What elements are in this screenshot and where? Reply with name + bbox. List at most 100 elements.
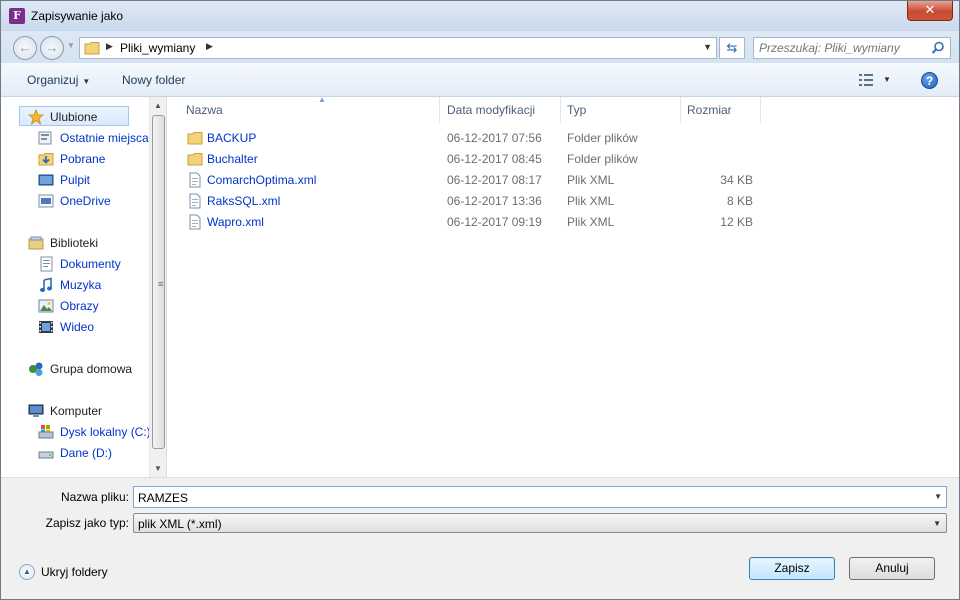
filename-label: Nazwa pliku: <box>60 490 129 504</box>
folder-icon <box>187 153 203 166</box>
file-type: Plik XML <box>567 194 615 208</box>
column-header-label: Rozmiar <box>687 103 732 117</box>
nav-item-label: Wideo <box>60 320 95 334</box>
navigation-scrollbar[interactable]: ▲ ≡ ▼ <box>149 97 166 477</box>
file-row[interactable]: Wapro.xml 06-12-2017 09:19 Plik XML 12 K… <box>181 212 941 232</box>
breadcrumb-separator-icon[interactable]: ▶ <box>206 41 213 52</box>
save-button[interactable]: Zapisz <box>749 557 835 580</box>
hide-folders-label: Ukryj foldery <box>41 565 108 579</box>
file-type: Plik XML <box>567 173 615 187</box>
file-type: Plik XML <box>567 215 615 229</box>
recent-places-icon <box>38 131 52 145</box>
back-button[interactable]: ← <box>13 36 37 60</box>
scrollbar-thumb[interactable]: ≡ <box>152 115 165 449</box>
computer-icon <box>28 404 44 417</box>
xml-file-icon <box>189 172 201 188</box>
close-button[interactable]: ✕ <box>907 1 953 21</box>
search-box[interactable] <box>753 37 951 59</box>
address-bar[interactable]: ▶ Pliki_wymiany ▶ ▼ <box>79 37 717 59</box>
new-folder-button[interactable]: Nowy folder <box>122 73 185 87</box>
cancel-button[interactable]: Anuluj <box>849 557 935 580</box>
star-icon <box>28 109 44 125</box>
file-name: Buchalter <box>207 152 258 166</box>
documents-icon <box>40 256 53 272</box>
nav-item-label: Muzyka <box>60 278 102 292</box>
nav-item-label: Pobrane <box>60 152 106 166</box>
file-size: 12 KB <box>720 215 753 229</box>
file-row[interactable]: BACKUP 06-12-2017 07:56 Folder plików <box>181 128 941 148</box>
onedrive-icon <box>38 194 54 208</box>
filename-field[interactable]: ▼ <box>133 486 947 508</box>
nav-item-label: Dokumenty <box>60 257 121 271</box>
xml-file-icon <box>189 214 201 230</box>
filetype-dropdown-icon[interactable]: ▼ <box>933 519 941 528</box>
libraries-icon <box>28 236 44 250</box>
nav-item-label: Obrazy <box>60 299 99 313</box>
nav-item-label: Pulpit <box>60 173 91 187</box>
file-row[interactable]: ComarchOptima.xml 06-12-2017 08:17 Plik … <box>181 170 941 190</box>
chevron-down-icon: ▼ <box>82 77 91 86</box>
desktop-icon <box>38 174 54 186</box>
file-list: ▲ Nazwa Data modyfikacji Typ Rozmiar BAC… <box>167 95 959 477</box>
column-header-date[interactable]: Data modyfikacji <box>441 97 561 123</box>
filetype-select[interactable]: plik XML (*.xml) ▼ <box>133 513 947 533</box>
organize-button[interactable]: Organizuj ▼ <box>27 73 90 87</box>
breadcrumb-segment[interactable]: Pliki_wymiany <box>120 41 195 55</box>
nav-computer-label: Komputer <box>50 404 103 418</box>
filename-dropdown-icon[interactable]: ▼ <box>934 492 942 501</box>
file-date: 06-12-2017 08:45 <box>447 152 542 166</box>
breadcrumb-separator-icon[interactable]: ▶ <box>106 41 113 52</box>
title-bar[interactable]: F Zapisywanie jako ✕ <box>1 1 959 31</box>
sort-ascending-icon: ▲ <box>318 95 326 104</box>
scroll-down-icon[interactable]: ▼ <box>154 464 162 473</box>
nav-homegroup-label: Grupa domowa <box>50 362 133 376</box>
music-icon <box>40 277 52 292</box>
file-name: RaksSQL.xml <box>207 194 281 208</box>
search-input[interactable] <box>759 40 929 56</box>
recent-pages-dropdown-icon[interactable]: ▼ <box>67 41 75 50</box>
file-row[interactable]: RaksSQL.xml 06-12-2017 13:36 Plik XML 8 … <box>181 191 941 211</box>
column-header-label: Nazwa <box>186 103 223 117</box>
nav-item-label: OneDrive <box>60 194 111 208</box>
filetype-value: plik XML (*.xml) <box>138 517 222 531</box>
nav-favorites[interactable]: Ulubione <box>19 106 129 126</box>
scroll-up-icon[interactable]: ▲ <box>154 101 162 110</box>
file-date: 06-12-2017 13:36 <box>447 194 542 208</box>
address-dropdown-icon[interactable]: ▼ <box>703 42 712 52</box>
address-row: ← → ▼ ▶ Pliki_wymiany ▶ ▼ ⇆ <box>1 31 959 63</box>
search-icon[interactable] <box>931 41 945 55</box>
file-name: BACKUP <box>207 131 257 145</box>
column-header-size[interactable]: Rozmiar <box>681 97 761 123</box>
view-dropdown-icon[interactable]: ▼ <box>883 75 891 84</box>
nav-libraries-label: Biblioteki <box>50 236 99 250</box>
save-options-panel: Nazwa pliku: ▼ Zapisz jako typ: plik XML… <box>1 477 959 599</box>
save-as-dialog: F Zapisywanie jako ✕ ← → ▼ ▶ Pliki_wymia… <box>0 0 960 600</box>
window-title: Zapisywanie jako <box>31 9 124 23</box>
column-header-name[interactable]: ▲ Nazwa <box>180 95 440 123</box>
column-header-type[interactable]: Typ <box>561 97 681 123</box>
homegroup-icon <box>29 362 43 376</box>
organize-label: Organizuj <box>27 73 79 87</box>
help-icon[interactable]: ? <box>921 72 938 89</box>
folder-icon <box>187 132 203 145</box>
column-header-label: Data modyfikacji <box>447 103 536 117</box>
file-date: 06-12-2017 07:56 <box>447 131 542 145</box>
nav-item-label: Ostatnie miejsca <box>60 131 149 145</box>
filename-input[interactable] <box>138 490 918 505</box>
grip-icon: ≡ <box>158 279 164 289</box>
file-date: 06-12-2017 09:19 <box>447 215 542 229</box>
view-options-icon[interactable] <box>859 74 873 86</box>
file-row[interactable]: Buchalter 06-12-2017 08:45 Folder plików <box>181 149 941 169</box>
command-bar: Organizuj ▼ Nowy folder ▼ ? <box>1 63 959 97</box>
file-type: Folder plików <box>567 152 638 166</box>
folder-icon <box>84 42 100 55</box>
refresh-button[interactable]: ⇆ <box>719 37 745 59</box>
nav-item-label: Dane (D:) <box>60 446 113 460</box>
navigation-pane: Ulubione Ostatnie miejsca Pobrane Pulpit <box>1 97 167 477</box>
downloads-icon <box>38 153 54 166</box>
forward-button[interactable]: → <box>40 36 64 60</box>
app-icon: F <box>9 8 25 24</box>
pictures-icon <box>38 299 54 313</box>
column-header-label: Typ <box>567 103 587 117</box>
xml-file-icon <box>189 193 201 209</box>
